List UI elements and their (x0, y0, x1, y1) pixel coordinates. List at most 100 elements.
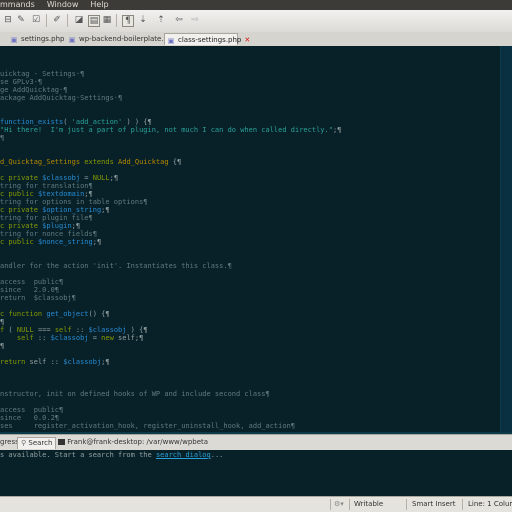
tab-search[interactable]: ⚲ Search (17, 437, 57, 449)
php-file-icon: ▣ (68, 36, 76, 44)
tab-progress[interactable]: gress (0, 437, 19, 448)
code-line: ¶ (0, 134, 500, 142)
pen-icon[interactable]: ✎ (16, 15, 26, 25)
code-token: return (0, 358, 26, 366)
code-line: access public¶ (0, 406, 500, 414)
status-mode: Writable (354, 500, 384, 508)
prev-annotation-icon[interactable]: ⇡ (156, 15, 166, 25)
code-line: ¶ (0, 318, 500, 326)
menu-help[interactable]: Help (90, 0, 108, 10)
panel-message: s available. Start a search from the (0, 451, 156, 459)
search-icon: ⚲ (21, 439, 27, 447)
code-token: tring for plugin file¶ (0, 214, 93, 222)
menu-bar: mmands Window Help (0, 0, 512, 10)
code-token: $nonce_string (37, 238, 93, 246)
code-token: uicktag - Settings·¶ (0, 70, 85, 78)
status-cursor-position: Line: 1 Column (468, 500, 512, 508)
code-token: c public (0, 190, 38, 198)
code-line: tring for plugin file¶ (0, 214, 500, 222)
checkbox-icon[interactable]: ☑ (31, 15, 41, 25)
code-line: se GPLv3·¶ (0, 78, 500, 86)
code-token: $textdomain (37, 190, 85, 198)
code-line: c private $option_string;¶ (0, 206, 500, 214)
code-token: new (101, 334, 114, 342)
code-line: ¶ (0, 342, 500, 350)
tab-wp-backend-boilerplate[interactable]: ▣ wp-backend-boilerplate.php (66, 33, 177, 45)
back-icon[interactable]: ⇦ (174, 15, 184, 25)
code-token: $classobj (63, 358, 102, 366)
code-editor[interactable]: uicktag - Settings·¶ se GPLv3·¶ ge AddQuic… (0, 46, 500, 432)
close-icon[interactable]: ✕ (244, 36, 250, 44)
vertical-scrollbar[interactable] (500, 46, 512, 432)
code-token: ;¶ (71, 222, 81, 230)
code-line: c public $textdomain;¶ (0, 190, 500, 198)
panel-message-suffix: ... (210, 451, 224, 459)
code-line: c function get_object() {¶ (0, 310, 500, 318)
code-token: $option_string (42, 206, 102, 214)
code-token: ¶ (0, 342, 5, 350)
block-icon[interactable]: ▤ (88, 15, 100, 27)
code-token: NULL (92, 174, 110, 182)
tab-label: class-settings.php (178, 36, 242, 44)
code-token: $classobj (88, 326, 127, 334)
code-token: self (54, 326, 72, 334)
terminal-icon (58, 439, 65, 445)
status-separator (330, 499, 331, 510)
menu-commands[interactable]: mmands (0, 0, 35, 10)
code-token: "Hi there! I'm just a part of plugin, no… (0, 126, 333, 134)
code-token: ;¶ (84, 190, 93, 198)
code-line: c private $plugin;¶ (0, 222, 500, 230)
code-token: self :: (25, 358, 64, 366)
code-token: ) {¶ (126, 326, 148, 334)
code-line: ackage AddQuicktag·Settings·¶ (0, 94, 500, 102)
code-token: c private (0, 174, 43, 182)
code-token: c function (0, 310, 47, 318)
forward-icon[interactable]: ⇨ (190, 15, 200, 25)
search-dialog-link[interactable]: search dialog (156, 451, 211, 459)
code-line: c public $nonce_string;¶ (0, 238, 500, 246)
code-token: ;¶ (101, 206, 110, 214)
code-token: () {¶ (88, 310, 110, 318)
code-token: since 0.0.2¶ (0, 414, 60, 422)
tab-class-settings-php[interactable]: ▣ class-settings.php ✕ (164, 33, 250, 45)
code-token: ;¶ (92, 238, 102, 246)
code-token: tring for translation¶ (0, 182, 93, 190)
code-token: ( (4, 326, 17, 334)
code-token: ( (63, 118, 72, 126)
highlight-icon[interactable]: ◪ (74, 15, 84, 25)
code-line: since 0.0.2¶ (0, 414, 500, 422)
toggle-icon[interactable]: ¶ (122, 15, 134, 27)
code-token: d_Quicktag_Settings (0, 158, 81, 166)
code-token: c private (0, 206, 43, 214)
menu-window[interactable]: Window (47, 0, 79, 10)
code-token: = (88, 334, 102, 342)
code-token: 'add_action' (71, 118, 123, 126)
bookmark-icon[interactable]: ⊟ (3, 15, 13, 25)
code-line: self :: $classobj = new self;¶ (0, 334, 500, 342)
code-line: nstructor, init on defined hooks of WP a… (0, 390, 500, 398)
code-token: self (16, 334, 34, 342)
code-token: ¶ (0, 318, 5, 326)
tab-settings-php[interactable]: ▣ settings.php (8, 33, 66, 45)
toolbar-separator (67, 14, 68, 27)
next-annotation-icon[interactable]: ⇣ (138, 15, 148, 25)
tab-terminal[interactable]: Frank@frank-desktop: /var/www/wpbeta (58, 437, 208, 448)
status-menu-icon[interactable]: ⚙▾ (334, 497, 344, 512)
toolbar-separator (46, 14, 47, 27)
doc-icon[interactable]: ▦ (102, 15, 112, 25)
code-token: {¶ (168, 158, 182, 166)
wand-icon[interactable]: ✐ (52, 15, 62, 25)
code-line: tring for nonce fields¶ (0, 230, 500, 238)
code-line: uicktag - Settings·¶ (0, 70, 500, 78)
